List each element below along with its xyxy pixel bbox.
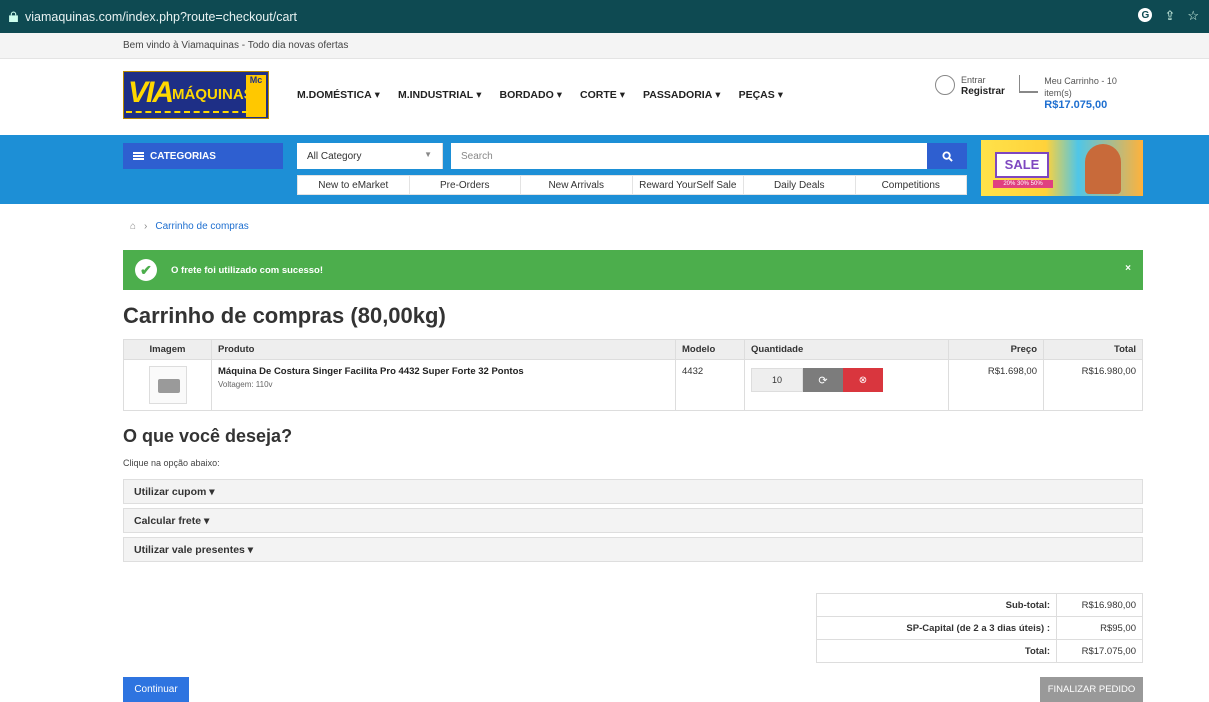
totals-table: Sub-total: R$16.980,00 SP-Capital (de 2 a…: [816, 593, 1143, 663]
refresh-icon[interactable]: ⟳: [803, 368, 843, 392]
product-image-cell: [123, 359, 212, 411]
product-cell: Máquina De Costura Singer Facilita Pro 4…: [211, 359, 676, 411]
logo-stripe: [126, 111, 248, 115]
col-price: Preço: [948, 339, 1044, 360]
login-link[interactable]: Entrar: [961, 75, 1005, 86]
sale-percents: 20% 30% 50%: [993, 180, 1053, 188]
search-input[interactable]: [451, 143, 927, 169]
url-text[interactable]: viamaquinas.com/index.php?route=checkout…: [25, 10, 297, 24]
close-icon[interactable]: ×: [1125, 263, 1131, 274]
account-link[interactable]: Entrar Registrar: [935, 75, 1005, 97]
search-bar: All Category ▼: [297, 143, 967, 169]
search-band: CATEGORIAS All Category▼ New to eMarket …: [0, 135, 1209, 204]
home-icon[interactable]: ⌂: [130, 221, 136, 232]
link-pre-orders[interactable]: Pre-Orders: [410, 176, 521, 194]
cart-amount: R$17.075,00: [1044, 99, 1108, 111]
banner-model-image: [1085, 144, 1121, 194]
cart-count: Meu Carrinho - 10 item(s): [1044, 76, 1117, 98]
continue-button[interactable]: Continuar: [123, 677, 189, 702]
browser-address-bar: viamaquinas.com/index.php?route=checkout…: [0, 0, 1209, 33]
link-reward-sale[interactable]: Reward YourSelf Sale: [633, 176, 744, 194]
logo-maquinas: MÁQUINAS: [172, 86, 254, 103]
check-circle-icon: ✔: [135, 259, 157, 281]
subtotal-row: Sub-total: R$16.980,00: [816, 593, 1143, 617]
sale-label: SALE: [995, 152, 1049, 178]
link-competitions[interactable]: Competitions: [856, 176, 967, 194]
breadcrumb: ⌂ › Carrinho de compras: [130, 221, 249, 232]
user-shield-icon: [935, 75, 955, 95]
col-image: Imagem: [123, 339, 212, 360]
menu-icon: [133, 152, 144, 160]
cart-icon: [1019, 75, 1039, 93]
share-icon[interactable]: ⇪: [1164, 8, 1175, 24]
table-row: Máquina De Costura Singer Facilita Pro 4…: [123, 359, 1143, 411]
profile-icon[interactable]: G: [1138, 8, 1153, 22]
remove-icon[interactable]: ⊗: [843, 368, 883, 392]
product-thumbnail[interactable]: [148, 366, 187, 404]
nav-item-domestica[interactable]: M.DOMÉSTICA ▾: [297, 89, 380, 101]
main-nav: M.DOMÉSTICA ▾ M.INDUSTRIAL ▾ BORDADO ▾ CORT…: [297, 89, 783, 101]
nav-item-passadoria[interactable]: PASSADORIA ▾: [643, 89, 721, 101]
link-new-arrivals[interactable]: New Arrivals: [521, 176, 633, 194]
page-title: Carrinho de compras (80,00kg): [123, 303, 446, 328]
shipping-panel[interactable]: Calcular frete ▾: [123, 508, 1143, 533]
coupon-panel[interactable]: Utilizar cupom ▾: [123, 479, 1143, 504]
sale-banner[interactable]: SALE 20% 30% 50%: [981, 140, 1143, 196]
quick-links: New to eMarket Pre-Orders New Arrivals R…: [297, 175, 967, 195]
total-cell: R$16.980,00: [1043, 359, 1143, 411]
category-select[interactable]: All Category ▼: [297, 143, 443, 169]
checkout-button[interactable]: FINALIZAR PEDIDO: [1040, 677, 1143, 702]
mini-cart[interactable]: Meu Carrinho - 10 item(s) R$17.075,00: [1019, 75, 1143, 111]
categories-button[interactable]: CATEGORIAS: [123, 143, 283, 169]
register-link[interactable]: Registrar: [961, 86, 1005, 97]
quantity-input[interactable]: 10: [751, 368, 803, 392]
welcome-strip: Bem vindo à Viamaquinas - Todo dia novas…: [0, 33, 1209, 59]
link-new-to-emarket[interactable]: New to eMarket: [298, 176, 410, 194]
nav-item-industrial[interactable]: M.INDUSTRIAL ▾: [398, 89, 482, 101]
col-product: Produto: [211, 339, 676, 360]
col-quantity: Quantidade: [744, 339, 949, 360]
search-icon: [941, 150, 953, 162]
link-daily-deals[interactable]: Daily Deals: [744, 176, 856, 194]
next-steps-hint: Clique na opção abaixo:: [123, 458, 220, 468]
col-total: Total: [1043, 339, 1143, 360]
welcome-text: Bem vindo à Viamaquinas - Todo dia novas…: [123, 40, 349, 51]
voucher-panel[interactable]: Utilizar vale presentes ▾: [123, 537, 1143, 562]
grand-total-row: Total: R$17.075,00: [816, 639, 1143, 663]
product-option: Voltagem: 110v: [218, 380, 273, 389]
breadcrumb-separator-icon: ›: [144, 221, 148, 232]
nav-item-corte[interactable]: CORTE ▾: [580, 89, 625, 101]
table-header-row: Imagem Produto Modelo Quantidade Preço T…: [123, 339, 1143, 360]
nav-item-pecas[interactable]: PEÇAS ▾: [739, 89, 783, 101]
lock-icon: [9, 11, 18, 22]
cart-table: Imagem Produto Modelo Quantidade Preço T…: [123, 339, 1143, 411]
product-name-link[interactable]: Máquina De Costura Singer Facilita Pro 4…: [218, 366, 669, 377]
logo-via: VIA: [128, 76, 174, 109]
alert-message: O frete foi utilizado com sucesso!: [171, 264, 324, 276]
search-button[interactable]: [927, 143, 967, 169]
model-cell: 4432: [675, 359, 745, 411]
quantity-cell: 10 ⟳ ⊗: [744, 359, 949, 411]
next-steps-heading: O que você deseja?: [123, 426, 293, 446]
site-logo[interactable]: VIA MÁQUINAS Mc: [123, 71, 269, 119]
success-alert: ✔ O frete foi utilizado com sucesso! ×: [123, 250, 1143, 290]
col-model: Modelo: [675, 339, 745, 360]
site-header: VIA MÁQUINAS Mc M.DOMÉSTICA ▾ M.INDUSTRIA…: [123, 59, 1143, 135]
chevron-down-icon: ▼: [424, 150, 432, 159]
shipping-row: SP-Capital (de 2 a 3 dias úteis) : R$95,0…: [816, 616, 1143, 640]
nav-item-bordado[interactable]: BORDADO ▾: [499, 89, 562, 101]
bookmark-star-icon[interactable]: ☆: [1187, 8, 1199, 24]
price-cell: R$1.698,00: [948, 359, 1044, 411]
logo-badge: Mc: [246, 75, 266, 117]
breadcrumb-cart[interactable]: Carrinho de compras: [155, 221, 248, 232]
